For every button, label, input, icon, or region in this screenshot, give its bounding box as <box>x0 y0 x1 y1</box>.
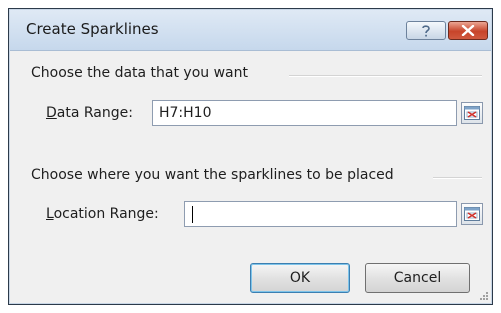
title-bar[interactable]: Create Sparklines <box>10 10 491 51</box>
location-range-input[interactable] <box>184 201 457 227</box>
close-button[interactable] <box>448 21 488 40</box>
location-range-label: Location Range: <box>46 206 159 222</box>
data-range-input[interactable] <box>152 100 457 126</box>
location-range-select-button[interactable] <box>461 203 483 225</box>
close-icon <box>461 25 475 36</box>
resize-grip-icon[interactable] <box>479 291 489 301</box>
dialog-title: Create Sparklines <box>26 20 159 38</box>
create-sparklines-dialog: Create Sparklines Choose the data that y… <box>8 8 493 305</box>
cancel-button[interactable]: Cancel <box>365 263 470 293</box>
text-caret <box>192 206 193 223</box>
data-range-select-button[interactable] <box>461 102 483 124</box>
data-section-divider <box>289 75 482 77</box>
location-section-header: Choose where you want the sparklines to … <box>31 167 394 183</box>
ok-button[interactable]: OK <box>250 263 350 293</box>
range-select-icon <box>464 207 480 221</box>
data-section-header: Choose the data that you want <box>31 65 248 81</box>
question-mark-icon <box>422 24 430 36</box>
range-select-icon <box>464 106 480 120</box>
location-section-divider <box>433 177 482 179</box>
data-range-label: Data Range: <box>46 105 133 121</box>
help-button[interactable] <box>406 21 446 40</box>
